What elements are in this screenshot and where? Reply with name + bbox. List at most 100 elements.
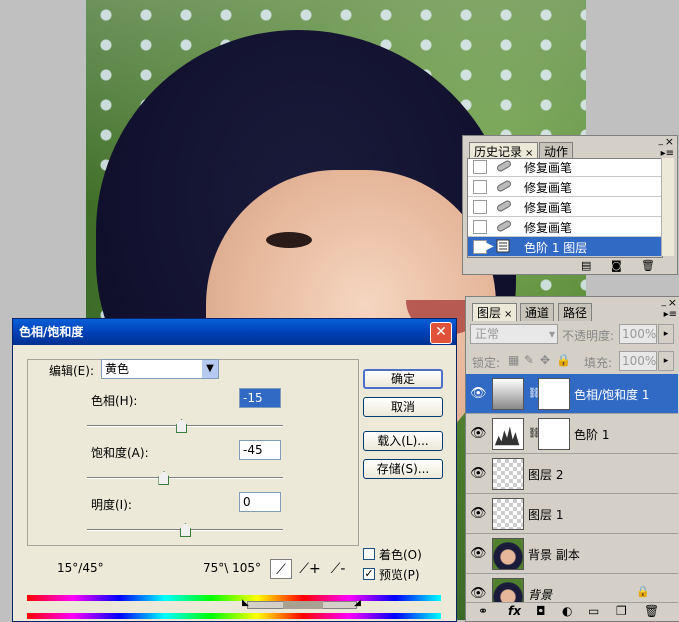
saturation-input[interactable]: [239, 440, 281, 460]
history-snapshot-checkbox[interactable]: [473, 220, 487, 234]
history-snapshot-checkbox[interactable]: [473, 160, 487, 174]
panel-menu-icon[interactable]: ▸≡: [664, 309, 677, 320]
eyedropper-plus-icon[interactable]: ⟋+: [299, 559, 321, 579]
hue-label: 色相(H):: [91, 394, 138, 408]
eye-icon[interactable]: 👁: [470, 506, 487, 521]
history-row-selected[interactable]: ▶ 色阶 1 图层: [468, 237, 662, 257]
trash-icon[interactable]: 🗑: [644, 604, 659, 618]
colorize-checkbox[interactable]: [363, 548, 375, 560]
history-row-label: 修复画笔: [524, 201, 573, 215]
load-button[interactable]: 载入(L)...: [363, 431, 443, 451]
fill-label: 填充:: [584, 356, 613, 370]
opacity-field[interactable]: 100%: [619, 324, 657, 344]
history-scrollbar[interactable]: [661, 158, 674, 256]
adjustment-icon[interactable]: ◐: [562, 604, 572, 618]
save-button[interactable]: 存储(S)...: [363, 459, 443, 479]
cancel-button[interactable]: 取消: [363, 397, 443, 417]
range-handle-left-icon[interactable]: ◣: [242, 598, 249, 608]
layer-thumbnail: [492, 498, 524, 530]
new-document-from-state-icon[interactable]: ▤: [581, 259, 591, 272]
layers-panel: _ × 图层 × 通道 路径 ▸≡ 正常 ▾ 不透明度: 100% ▸ 锁定: ▦…: [465, 296, 679, 622]
tab-paths[interactable]: 路径: [558, 303, 593, 321]
mask-icon[interactable]: ◘: [536, 604, 546, 618]
fill-field[interactable]: 100%: [619, 351, 657, 371]
edit-group: [27, 359, 359, 546]
tab-channels[interactable]: 通道: [520, 303, 555, 321]
history-row[interactable]: 修复画笔: [468, 159, 662, 177]
opacity-flyout-button[interactable]: ▸: [658, 324, 674, 344]
edit-select[interactable]: 黄色 ▼: [101, 359, 219, 379]
camera-icon[interactable]: ◙: [611, 259, 622, 272]
lock-brush-icon[interactable]: ✎: [524, 353, 534, 367]
close-icon[interactable]: ×: [665, 135, 674, 148]
eye-icon[interactable]: 👁: [470, 386, 487, 401]
layer-mask-thumbnail[interactable]: [538, 418, 570, 450]
chevron-down-icon: ▼: [202, 360, 218, 378]
blend-mode-select[interactable]: 正常 ▾: [470, 324, 558, 344]
history-snapshot-checkbox[interactable]: [473, 200, 487, 214]
layers-list: 👁 ⛓ 色相/饱和度 1 👁 ⛓ 色阶 1 👁 图层 2 👁 图层 1 👁 背景: [466, 374, 678, 602]
portrait-eye-left: [266, 232, 312, 248]
tab-close-icon[interactable]: ×: [504, 309, 512, 320]
history-snapshot-checkbox[interactable]: [473, 180, 487, 194]
ok-button[interactable]: 确定: [363, 369, 443, 389]
layer-row[interactable]: 👁 图层 1: [466, 494, 678, 534]
saturation-slider-track[interactable]: [87, 477, 283, 479]
layer-mask-thumbnail[interactable]: [538, 378, 570, 410]
eye-icon[interactable]: 👁: [470, 546, 487, 561]
eyedropper-minus-icon[interactable]: ⟋-: [327, 559, 349, 579]
close-icon[interactable]: ✕: [430, 322, 452, 344]
lightness-input[interactable]: [239, 492, 281, 512]
history-row[interactable]: 修复画笔: [468, 197, 662, 217]
dialog-title: 色相/饱和度: [19, 325, 84, 339]
saturation-label: 饱和度(A):: [91, 446, 149, 460]
layers-footer: ⚭ fx ◘ ◐ ▭ ❐ 🗑: [466, 602, 678, 621]
range-handle-right-icon[interactable]: ◢: [354, 598, 361, 608]
history-state-pointer-icon: ▶: [486, 241, 494, 252]
eye-icon[interactable]: 👁: [470, 426, 487, 441]
eyedropper-icon[interactable]: ⟋: [270, 559, 292, 579]
colorize-label: 着色(O): [379, 548, 422, 562]
history-row[interactable]: 修复画笔: [468, 177, 662, 197]
new-layer-icon[interactable]: ❐: [616, 604, 627, 618]
close-icon[interactable]: ×: [668, 296, 677, 309]
hue-input[interactable]: [239, 388, 281, 408]
minimize-icon[interactable]: _: [659, 136, 664, 146]
lock-label: 锁定:: [472, 356, 501, 370]
edit-label: 编辑(E):: [49, 364, 94, 378]
history-row-label: 修复画笔: [524, 181, 573, 195]
layer-row-background[interactable]: 👁 背景 🔒: [466, 574, 678, 602]
eye-icon[interactable]: 👁: [470, 586, 487, 601]
fill-flyout-button[interactable]: ▸: [658, 351, 674, 371]
lock-transparent-icon[interactable]: ▦: [508, 353, 519, 367]
range-slider-inner[interactable]: [283, 601, 323, 609]
layer-name: 色相/饱和度 1: [574, 388, 650, 402]
trash-icon[interactable]: 🗑: [641, 259, 655, 272]
layer-name: 背景 副本: [528, 548, 580, 562]
history-panel: _ × 历史记录 × 动作 ▸≡ 修复画笔 修复画笔 修复画笔 修复画笔 ▶ 色…: [462, 135, 678, 275]
layer-name: 背景: [528, 588, 553, 602]
tab-layers[interactable]: 图层 ×: [472, 303, 518, 321]
layer-row-hue-saturation[interactable]: 👁 ⛓ 色相/饱和度 1: [466, 374, 678, 414]
folder-icon[interactable]: ▭: [588, 604, 599, 618]
range-left-value: 15°/45°: [57, 561, 104, 575]
history-snapshot-checkbox[interactable]: [473, 240, 487, 254]
minimize-icon[interactable]: _: [662, 297, 667, 307]
history-row[interactable]: 修复画笔: [468, 217, 662, 237]
eye-icon[interactable]: 👁: [470, 466, 487, 481]
layer-name: 图层 2: [528, 468, 564, 482]
layer-row[interactable]: 👁 图层 2: [466, 454, 678, 494]
dialog-titlebar[interactable]: 色相/饱和度: [13, 319, 456, 345]
layer-row[interactable]: 👁 背景 副本: [466, 534, 678, 574]
layer-row-levels[interactable]: 👁 ⛓ 色阶 1: [466, 414, 678, 454]
range-slider-bar[interactable]: ◣ ◢: [27, 598, 441, 611]
fx-icon[interactable]: fx: [508, 604, 521, 618]
lock-all-icon[interactable]: 🔒: [556, 353, 571, 367]
link-icon[interactable]: ⚭: [478, 604, 488, 618]
lock-move-icon[interactable]: ✥: [540, 353, 550, 367]
history-row-label: 色阶 1 图层: [524, 241, 588, 255]
history-list: 修复画笔 修复画笔 修复画笔 修复画笔 ▶ 色阶 1 图层: [467, 158, 663, 258]
healing-brush-icon: [497, 160, 511, 172]
preview-checkbox[interactable]: ✓: [363, 568, 375, 580]
healing-brush-icon: [497, 220, 511, 232]
